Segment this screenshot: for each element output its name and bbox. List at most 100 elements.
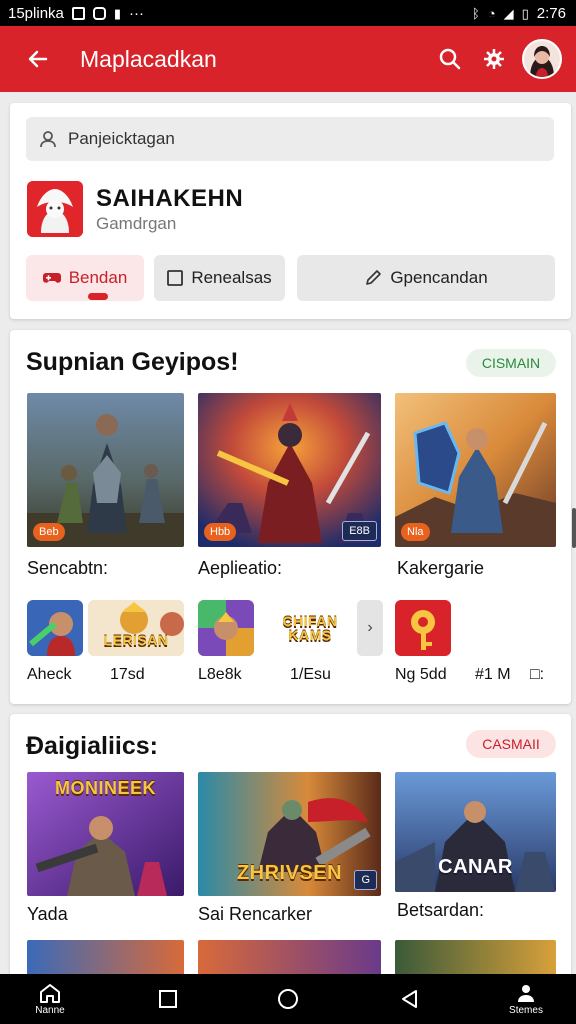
chip-gpencandan[interactable]: Gpencandan bbox=[297, 255, 555, 301]
avatar[interactable] bbox=[522, 39, 562, 79]
status-clock: 2:76 bbox=[536, 4, 566, 22]
mini-app-title: CHIFAN KAMS bbox=[282, 613, 338, 643]
section-title: Ðaigialiics: bbox=[26, 732, 158, 760]
page-title: Maplacadkan bbox=[80, 45, 217, 72]
system-nav-bar: Nanne Stemes bbox=[0, 974, 576, 1024]
game-thumbnail-7[interactable] bbox=[27, 940, 184, 978]
section-badge[interactable]: CISMAIN bbox=[466, 349, 556, 377]
game-thumbnail-6[interactable]: CANAR bbox=[395, 772, 556, 892]
wifi-icon: ◔ bbox=[487, 5, 496, 21]
mini-app-1[interactable] bbox=[27, 600, 83, 656]
game-thumbnail-9[interactable] bbox=[395, 940, 556, 978]
nav-profile-label: Stemes bbox=[509, 1004, 543, 1016]
thumbnail-label: Sai Rencarker bbox=[198, 904, 313, 924]
person-icon bbox=[518, 984, 534, 1002]
more-label[interactable]: □: bbox=[530, 666, 544, 684]
mini-app-title: LERISAN bbox=[103, 632, 169, 648]
thumbnail-tag: Nla bbox=[401, 523, 430, 541]
app-name: SAIHAKEHN bbox=[96, 185, 244, 212]
game-thumbnail-8[interactable] bbox=[198, 940, 381, 978]
gamepad-icon bbox=[42, 273, 61, 283]
mini-app-4[interactable]: CHIFAN KAMS bbox=[272, 600, 348, 656]
mini-app-2[interactable]: LERISAN bbox=[88, 600, 184, 656]
chip-bendan[interactable]: Bendan bbox=[26, 255, 144, 301]
thumbnail-corner-tag: E8B bbox=[342, 521, 377, 541]
nav-home-circle[interactable] bbox=[270, 974, 306, 1024]
home-icon bbox=[40, 983, 60, 1003]
nav-back[interactable] bbox=[392, 974, 428, 1024]
chip-label: Renealsas bbox=[191, 268, 272, 287]
section-title: Supnian Geyipos! bbox=[26, 348, 239, 376]
status-more: ··· bbox=[129, 4, 145, 22]
game-thumbnail-2[interactable]: Hbb E8B bbox=[198, 393, 381, 547]
chip-label: Gpencandan bbox=[390, 268, 488, 287]
back-triangle-icon bbox=[402, 990, 417, 1008]
notification-icon bbox=[71, 6, 85, 20]
thumbnail-label: Betsardan: bbox=[397, 900, 485, 920]
bluetooth-icon: ᛒ bbox=[471, 5, 480, 21]
square-icon bbox=[159, 990, 177, 1008]
search-field[interactable]: Panjeicktagan bbox=[26, 117, 554, 161]
back-button[interactable] bbox=[18, 39, 58, 79]
status-bar: 15plinka ▮ ··· ᛒ ◔ ◢ ▯ 2:76 bbox=[0, 0, 576, 26]
file-icon: ▮ bbox=[113, 5, 122, 21]
active-indicator bbox=[88, 293, 108, 300]
app-bar: Maplacadkan bbox=[0, 26, 576, 92]
chevron-right-icon: › bbox=[367, 619, 373, 636]
app-notification-icon bbox=[92, 6, 106, 20]
game-thumbnail-4[interactable]: MONINEEK bbox=[27, 772, 184, 896]
thumbnail-tag: Hbb bbox=[204, 523, 237, 541]
thumbnail-label: Yada bbox=[27, 904, 68, 924]
game-thumbnail-5[interactable]: ZHRIVSEN G bbox=[198, 772, 381, 896]
status-left-text: 15plinka bbox=[8, 4, 64, 22]
hero-portrait-icon bbox=[27, 600, 83, 656]
header-card: Panjeicktagan SAIHAKEHN Gamdrgan Bendan … bbox=[10, 103, 571, 319]
search-text: Panjeicktagan bbox=[68, 129, 175, 148]
gear-icon bbox=[484, 49, 504, 69]
search-icon bbox=[439, 48, 461, 70]
nav-home[interactable]: Nanne bbox=[22, 974, 78, 1024]
thumbnail-title: CANAR bbox=[438, 856, 513, 878]
thumbnail-corner-tag: G bbox=[354, 870, 377, 890]
chip-renealsas[interactable]: Renealsas bbox=[154, 255, 285, 301]
scrollbar[interactable] bbox=[572, 508, 576, 548]
mini-app-5[interactable] bbox=[395, 600, 451, 656]
nav-profile[interactable]: Stemes bbox=[498, 974, 554, 1024]
search-button[interactable] bbox=[430, 39, 470, 79]
scroll-right-button[interactable]: › bbox=[357, 600, 383, 656]
section-card-1: Supnian Geyipos! CISMAIN Beb Sencabtn: H… bbox=[10, 330, 571, 704]
battery-icon: ▯ bbox=[521, 5, 529, 21]
thumbnail-title: MONINEEK bbox=[54, 778, 156, 798]
key-icon bbox=[395, 600, 451, 656]
pencil-icon bbox=[366, 270, 382, 285]
person-icon bbox=[40, 131, 56, 148]
game-thumbnail-1[interactable]: Beb bbox=[27, 393, 184, 547]
hooded-character-icon bbox=[27, 181, 83, 237]
thumbnail-label: Aeplieatio: bbox=[198, 558, 283, 578]
mini-app-label: Ng 5dd bbox=[395, 666, 447, 683]
mini-app-label: L8e8k bbox=[198, 666, 242, 683]
nav-recents[interactable] bbox=[150, 974, 186, 1024]
circle-icon bbox=[278, 989, 298, 1009]
app-icon[interactable] bbox=[27, 181, 83, 237]
thumbnail-label: Kakergarie bbox=[397, 558, 485, 578]
mini-app-label: Aheck bbox=[27, 666, 72, 683]
app-subtitle: Gamdrgan bbox=[96, 214, 177, 233]
mini-app-3[interactable] bbox=[198, 600, 254, 656]
mini-app-label: 1/Esu bbox=[290, 666, 331, 683]
square-icon bbox=[167, 270, 184, 286]
thumbnail-label: Sencabtn: bbox=[27, 558, 109, 578]
game-thumbnail-3[interactable]: Nla bbox=[395, 393, 556, 547]
settings-button[interactable] bbox=[474, 39, 514, 79]
mini-app-label: 17sd bbox=[110, 666, 145, 683]
back-arrow-icon bbox=[28, 50, 48, 68]
chip-label: Bendan bbox=[68, 268, 128, 287]
section-card-2: Ðaigialiics: CASMAII MONINEEK Yada ZHRIV… bbox=[10, 714, 571, 978]
signal-icon: ◢ bbox=[503, 5, 514, 21]
gem-portrait-icon bbox=[198, 600, 254, 656]
section-badge[interactable]: CASMAII bbox=[466, 730, 556, 758]
rank-label: #1 M bbox=[475, 666, 511, 683]
user-photo-icon bbox=[524, 41, 560, 77]
nav-home-label: Nanne bbox=[35, 1004, 65, 1016]
thumbnail-tag: Beb bbox=[33, 523, 65, 541]
